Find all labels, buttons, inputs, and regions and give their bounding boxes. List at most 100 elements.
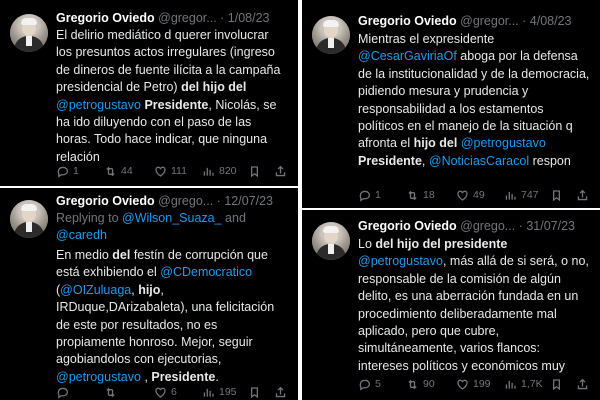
tweet-text: Mientras el expresidente @CesarGaviriaOf… xyxy=(358,31,590,170)
text-run: El delirio mediático d querer involucrar… xyxy=(56,28,281,95)
tweet-panel-1[interactable]: Gregorio Oviedo @gregor... · 1/08/23 El … xyxy=(0,0,298,186)
retweet-button[interactable]: 18 xyxy=(406,187,435,203)
author-handle[interactable]: @gregor... xyxy=(460,14,519,28)
avatar[interactable] xyxy=(10,200,48,238)
like-button[interactable]: 6 xyxy=(154,384,177,400)
tweet-header: Gregorio Oviedo @grego... · 31/07/23 xyxy=(358,219,575,233)
text-run: Mientras el expresidente xyxy=(358,32,495,46)
replies-count: 1 xyxy=(73,165,79,177)
bookmark-icon xyxy=(553,189,560,201)
share-icon xyxy=(275,165,286,176)
tweet-actions: 5 90 199 1,7K xyxy=(358,376,594,392)
bookmark-button[interactable] xyxy=(248,163,261,179)
author-name[interactable]: Gregorio Oviedo xyxy=(358,219,457,233)
bookmark-button[interactable] xyxy=(550,376,563,392)
bookmark-button[interactable] xyxy=(550,187,563,203)
bold-text: del hijo del xyxy=(181,80,247,95)
share-icon xyxy=(577,378,588,389)
share-button[interactable] xyxy=(576,376,589,392)
tweet-header: Gregorio Oviedo @grego... · 12/07/23 xyxy=(56,194,273,208)
tweet-header: Gregorio Oviedo @gregor... · 4/08/23 xyxy=(358,14,572,28)
author-name[interactable]: Gregorio Oviedo xyxy=(56,11,155,25)
views-button[interactable]: 1,7K xyxy=(504,376,543,392)
retweets-count: 18 xyxy=(423,189,435,201)
mention-link[interactable]: @CDemocratico xyxy=(160,265,252,279)
reply-icon xyxy=(57,387,69,399)
bookmark-icon xyxy=(251,386,258,398)
share-icon xyxy=(275,386,286,397)
mention-link[interactable]: @petrogustavo xyxy=(56,98,141,112)
text-run: and xyxy=(221,211,246,225)
mention-link[interactable]: @OIZuluaga xyxy=(60,283,131,297)
like-button[interactable]: 199 xyxy=(456,376,491,392)
tweet-text: En medio del festín de corrupción que es… xyxy=(56,247,288,386)
screenshot-collage: Gregorio Oviedo @gregor... · 1/08/23 El … xyxy=(0,0,600,400)
bookmark-icon xyxy=(553,378,560,390)
retweets-count: 90 xyxy=(423,378,435,390)
reply-button[interactable]: 1 xyxy=(56,163,79,179)
tweet-panel-4[interactable]: Gregorio Oviedo @grego... · 31/07/23 Lo … xyxy=(302,210,600,400)
reply-button[interactable]: 5 xyxy=(358,376,381,392)
author-handle[interactable]: @grego... xyxy=(158,194,213,208)
mention-link[interactable]: @Wilson_Suaza_ xyxy=(122,211,222,225)
views-button[interactable]: 747 xyxy=(504,187,539,203)
avatar[interactable] xyxy=(312,222,350,260)
text-run: Lo xyxy=(358,237,376,251)
tweet-header: Gregorio Oviedo @gregor... · 1/08/23 xyxy=(56,11,270,25)
bold-text: del hijo del presidente xyxy=(375,237,508,251)
likes-count: 6 xyxy=(171,386,177,398)
replying-to: Replying to @Wilson_Suaza_ and @caredh xyxy=(56,210,290,244)
views-button[interactable]: 195 xyxy=(202,384,237,400)
views-button[interactable]: 820 xyxy=(202,163,237,179)
views-count: 1,7K xyxy=(521,378,543,390)
bookmark-icon xyxy=(251,165,258,177)
tweet-text: Lo del hijo del presidente @petrogustavo… xyxy=(358,236,590,375)
tweet-date[interactable]: 4/08/23 xyxy=(530,14,572,28)
author-name[interactable]: Gregorio Oviedo xyxy=(358,14,457,28)
author-handle[interactable]: @grego... xyxy=(460,219,515,233)
mention-link[interactable]: @petrogustavo xyxy=(358,254,443,268)
replies-count: 5 xyxy=(375,378,381,390)
share-button[interactable] xyxy=(274,384,287,400)
mention-link[interactable]: @caredh xyxy=(56,228,107,242)
retweets-count: 44 xyxy=(121,165,133,177)
avatar[interactable] xyxy=(10,14,48,52)
mention-link[interactable]: @petrogustavo xyxy=(56,370,141,384)
like-icon xyxy=(457,190,468,201)
views-count: 195 xyxy=(219,386,237,398)
tweet-actions: 1 18 49 747 xyxy=(358,187,594,203)
text-run: , xyxy=(421,153,429,168)
share-button[interactable] xyxy=(576,187,589,203)
share-icon xyxy=(577,189,588,200)
share-button[interactable] xyxy=(274,163,287,179)
tweet-date[interactable]: 12/07/23 xyxy=(224,194,273,208)
tweet-date[interactable]: 31/07/23 xyxy=(526,219,575,233)
retweet-button[interactable]: 44 xyxy=(104,163,133,179)
author-name[interactable]: Gregorio Oviedo xyxy=(56,194,155,208)
like-button[interactable]: 49 xyxy=(456,187,485,203)
tweet-text: El delirio mediático d querer involucrar… xyxy=(56,27,288,166)
retweet-button[interactable]: 90 xyxy=(406,376,435,392)
views-count: 747 xyxy=(521,189,539,201)
like-icon xyxy=(457,379,468,390)
views-icon xyxy=(203,167,214,176)
text-run: , más allá de si será, o no, responsable… xyxy=(358,254,589,373)
mention-link[interactable]: @petrogustavo xyxy=(461,136,546,150)
author-handle[interactable]: @gregor... xyxy=(158,11,217,25)
reply-icon xyxy=(359,190,371,202)
like-button[interactable]: 111 xyxy=(154,163,187,179)
avatar[interactable] xyxy=(312,16,350,54)
tweet-panel-2[interactable]: Gregorio Oviedo @gregor... · 4/08/23 Mie… xyxy=(302,0,600,208)
views-icon xyxy=(203,388,214,397)
mention-link[interactable]: @CesarGaviriaOf xyxy=(358,49,457,63)
bookmark-button[interactable] xyxy=(248,384,261,400)
like-icon xyxy=(155,387,166,398)
mention-link[interactable]: @NoticiasCaracol xyxy=(429,154,529,168)
reply-button[interactable] xyxy=(56,384,73,400)
bold-text: del xyxy=(112,248,131,262)
retweet-button[interactable] xyxy=(104,384,121,400)
tweet-date[interactable]: 1/08/23 xyxy=(228,11,270,25)
text-run: , xyxy=(140,369,152,384)
tweet-panel-3[interactable]: Gregorio Oviedo @grego... · 12/07/23 Rep… xyxy=(0,188,298,400)
reply-button[interactable]: 1 xyxy=(358,187,381,203)
